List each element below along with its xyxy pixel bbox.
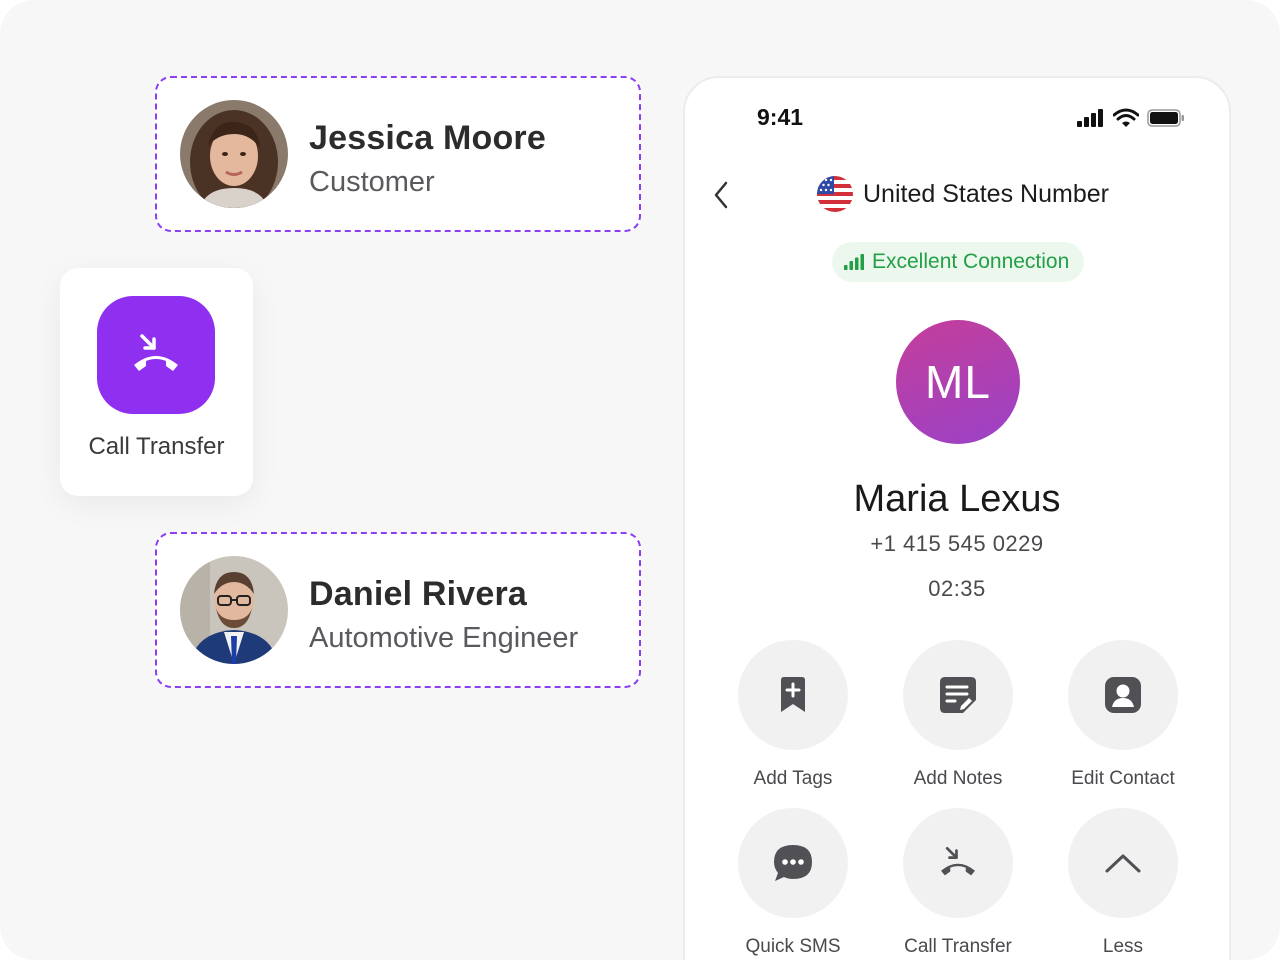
quick-sms-label: Quick SMS [745,936,841,957]
signal-icon [1077,109,1103,127]
edit-contact-button[interactable]: Edit Contact [1048,640,1198,790]
add-tags-button[interactable]: Add Tags [718,640,868,790]
call-transfer-label: Call Transfer [88,433,225,460]
less-button[interactable]: Less [1048,808,1198,958]
add-notes-button[interactable]: Add Notes [883,640,1033,790]
caller-number: +1 415 545 0229 [870,531,1044,556]
number-title[interactable]: United States Number [817,176,1109,212]
man-photo-avatar [180,556,288,664]
contact-icon [1105,677,1141,713]
status-time: 9:41 [757,104,804,130]
call-transfer-card[interactable]: Call Transfer [60,268,253,496]
wifi-icon [1113,108,1139,127]
contact-role: Customer [309,166,435,198]
contact-role: Automotive Engineer [309,622,579,654]
call-transfer-icon [134,334,178,371]
caller-avatar: ML [896,320,1020,444]
add-tag-icon [781,677,805,712]
quick-sms-button[interactable]: Quick SMS [718,808,868,958]
call-timer: 02:35 [928,576,986,601]
add-notes-label: Add Notes [913,768,1003,789]
contact-name: Jessica Moore [309,119,546,157]
call-transfer-button[interactable] [97,296,215,414]
back-chevron-icon[interactable] [709,178,733,212]
phone-screen: 9:41 United States Number Excellent Conn… [683,76,1231,960]
edit-contact-label: Edit Contact [1071,768,1175,789]
connection-status-badge: Excellent Connection [832,242,1084,282]
contact-card-jessica[interactable]: Jessica Moore Customer [155,76,641,232]
sms-icon [774,845,812,881]
signal-strength-icon [844,254,864,270]
call-transfer-action-button[interactable]: Call Transfer [883,808,1033,958]
call-transfer-icon [941,846,975,876]
canvas: Jessica Moore Customer Call Transfer Dan… [0,0,1280,960]
notes-icon [940,677,976,713]
contact-name: Daniel Rivera [309,575,528,613]
less-label: Less [1102,936,1144,957]
status-icons [1077,108,1185,128]
add-tags-label: Add Tags [753,768,833,789]
connection-status-text: Excellent Connection [872,250,1070,273]
battery-icon [1147,109,1184,127]
call-transfer-action-label: Call Transfer [904,936,1012,957]
us-flag-icon [817,176,853,212]
number-title-text: United States Number [863,179,1109,208]
contact-card-daniel[interactable]: Daniel Rivera Automotive Engineer [155,532,641,688]
chevron-up-icon [1105,854,1141,873]
woman-photo-avatar [180,100,288,208]
caller-name: Maria Lexus [853,478,1061,520]
